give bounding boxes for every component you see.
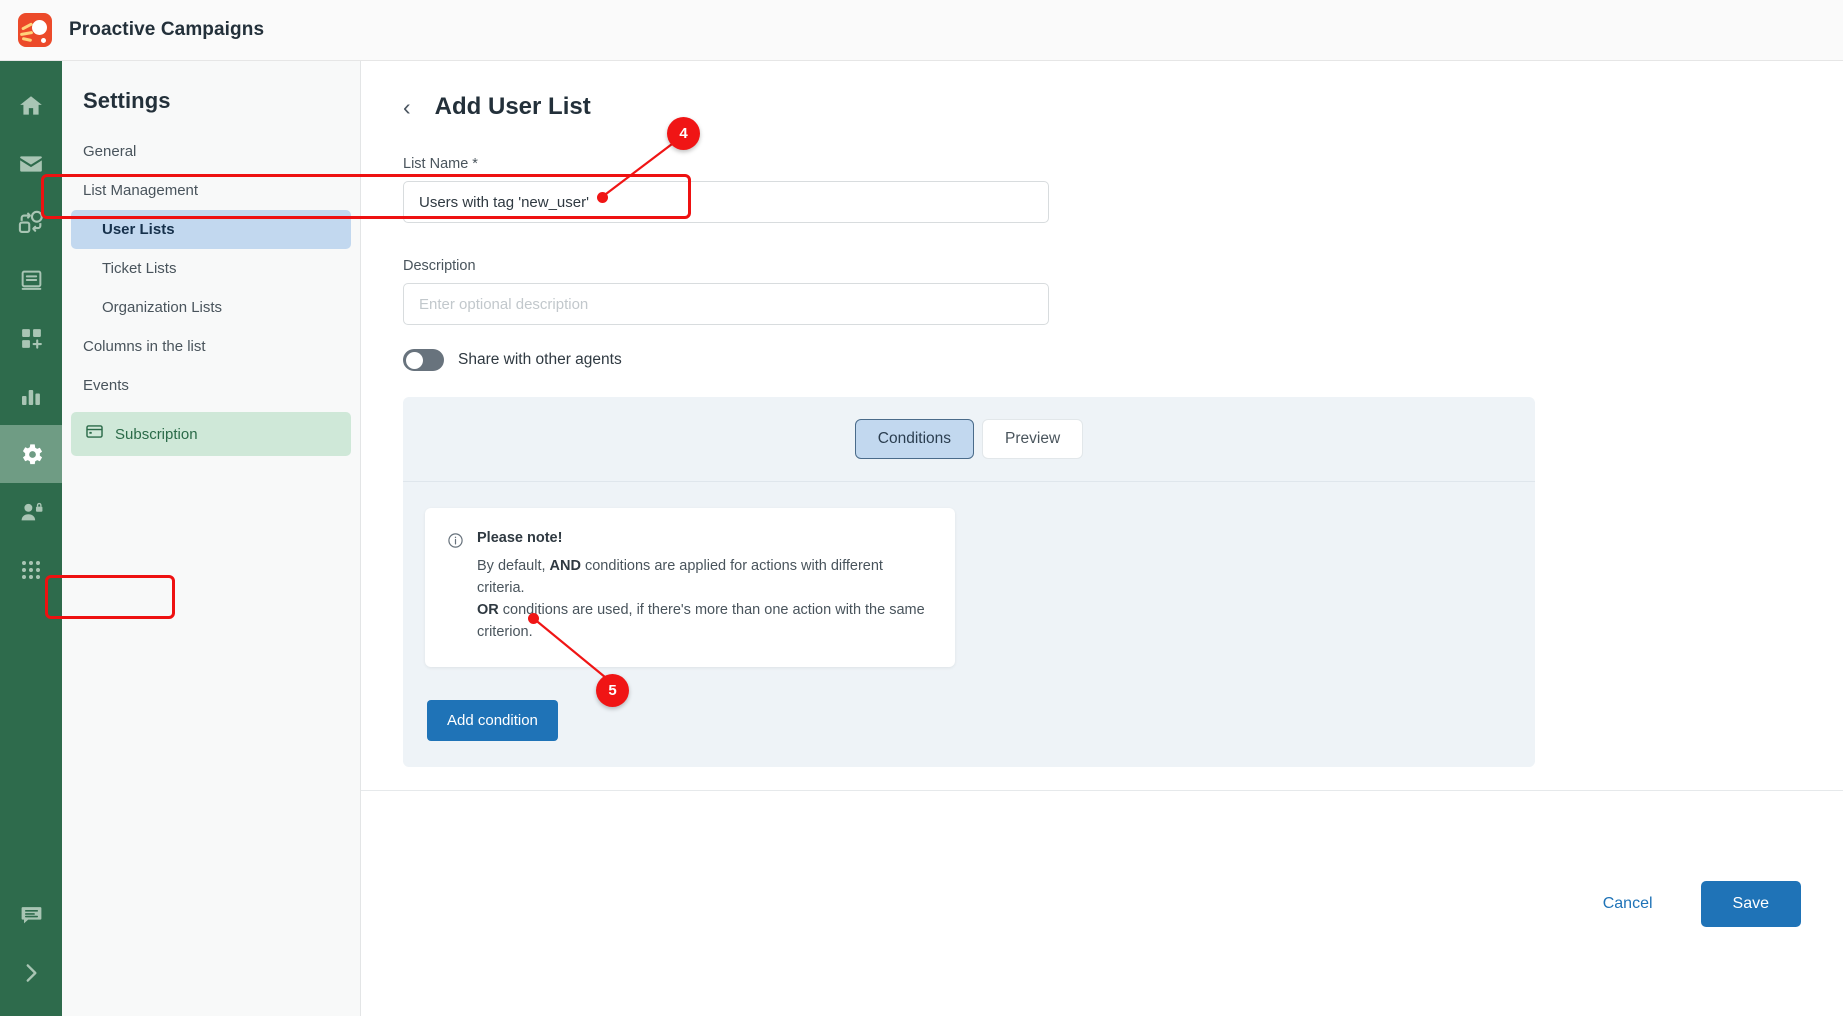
- sidebar-item-subscription-label: Subscription: [115, 425, 198, 443]
- rail-item-reports[interactable]: [0, 367, 62, 425]
- credit-card-icon: [85, 422, 104, 446]
- tab-conditions[interactable]: Conditions: [854, 419, 975, 459]
- rail-item-automation[interactable]: [0, 193, 62, 251]
- rail-expand-button[interactable]: [0, 944, 62, 1002]
- sidebar-item-general[interactable]: General: [62, 132, 360, 171]
- grid-dots-icon: [19, 558, 43, 582]
- settings-sidebar: Settings General List Management User Li…: [62, 61, 361, 1016]
- automation-icon: [17, 208, 45, 236]
- apps-add-icon: [19, 326, 44, 351]
- chevron-right-icon: [18, 960, 44, 986]
- sidebar-item-list-management[interactable]: List Management: [62, 171, 360, 210]
- page-title: Add User List: [434, 93, 591, 120]
- mail-icon: [18, 151, 44, 177]
- add-condition-button[interactable]: Add condition: [427, 700, 558, 741]
- rail-item-admin[interactable]: [0, 483, 62, 541]
- rail-item-products[interactable]: [0, 541, 62, 599]
- conditions-panel: Conditions Preview Please note! By defau…: [403, 397, 1535, 767]
- user-lock-icon: [19, 500, 44, 525]
- cancel-button[interactable]: Cancel: [1597, 894, 1659, 914]
- bar-chart-icon: [19, 384, 43, 408]
- description-label: Description: [403, 258, 476, 274]
- please-note-body: Please note! By default, AND conditions …: [477, 530, 931, 643]
- chat-bubble-icon: [19, 903, 44, 928]
- sidebar-item-organization-lists[interactable]: Organization Lists: [62, 288, 360, 327]
- please-note-line-1: By default, AND conditions are applied f…: [477, 555, 931, 599]
- app-header: Proactive Campaigns: [0, 0, 1843, 61]
- share-with-other-agents-toggle[interactable]: [403, 349, 444, 371]
- page-header: ‹ Add User List: [403, 93, 1843, 121]
- settings-heading: Settings: [83, 88, 171, 113]
- icon-rail: [0, 61, 62, 1016]
- note-and-keyword: AND: [549, 558, 581, 574]
- back-button[interactable]: ‹: [403, 95, 411, 119]
- main-content: ‹ Add User List List Name * Description …: [361, 61, 1843, 1016]
- tab-preview[interactable]: Preview: [982, 419, 1084, 459]
- list-name-label: List Name *: [403, 156, 478, 172]
- form-area: ‹ Add User List List Name * Description …: [361, 61, 1843, 790]
- rail-item-knowledge-base[interactable]: [0, 251, 62, 309]
- form-footer: Cancel Save: [361, 790, 1843, 1016]
- rail-bottom-group: [0, 886, 62, 1016]
- rail-item-mail[interactable]: [0, 135, 62, 193]
- gear-icon: [18, 441, 45, 468]
- sidebar-item-user-lists[interactable]: User Lists: [71, 210, 351, 249]
- rail-item-apps-add[interactable]: [0, 309, 62, 367]
- please-note-line-2: OR conditions are used, if there's more …: [477, 599, 931, 643]
- info-circle-icon: [447, 532, 464, 643]
- note-line1-pre: By default,: [477, 558, 550, 574]
- list-name-input[interactable]: [403, 181, 1049, 223]
- settings-nav-list: General List Management User Lists Ticke…: [62, 132, 360, 456]
- sidebar-item-events[interactable]: Events: [62, 366, 360, 405]
- description-input[interactable]: [403, 283, 1049, 325]
- knowledge-base-icon: [19, 268, 44, 293]
- save-button[interactable]: Save: [1700, 880, 1801, 927]
- sidebar-item-ticket-lists[interactable]: Ticket Lists: [62, 249, 360, 288]
- home-icon: [18, 93, 44, 119]
- sidebar-item-subscription[interactable]: Subscription: [71, 412, 351, 456]
- share-toggle-row: Share with other agents: [403, 349, 1843, 371]
- rail-item-settings[interactable]: [0, 425, 62, 483]
- share-toggle-label: Share with other agents: [458, 351, 622, 368]
- panel-tabs: Conditions Preview: [403, 397, 1535, 482]
- note-or-keyword: OR: [477, 602, 499, 618]
- proactive-campaigns-logo-icon: [18, 13, 52, 47]
- please-note-card: Please note! By default, AND conditions …: [425, 508, 955, 667]
- rail-item-home[interactable]: [0, 77, 62, 135]
- note-line2-post: conditions are used, if there's more tha…: [477, 602, 925, 640]
- toggle-knob: [405, 351, 423, 369]
- please-note-title: Please note!: [477, 530, 563, 546]
- app-title: Proactive Campaigns: [69, 19, 265, 40]
- sidebar-item-columns-in-the-list[interactable]: Columns in the list: [62, 327, 360, 366]
- rail-item-chat[interactable]: [0, 886, 62, 944]
